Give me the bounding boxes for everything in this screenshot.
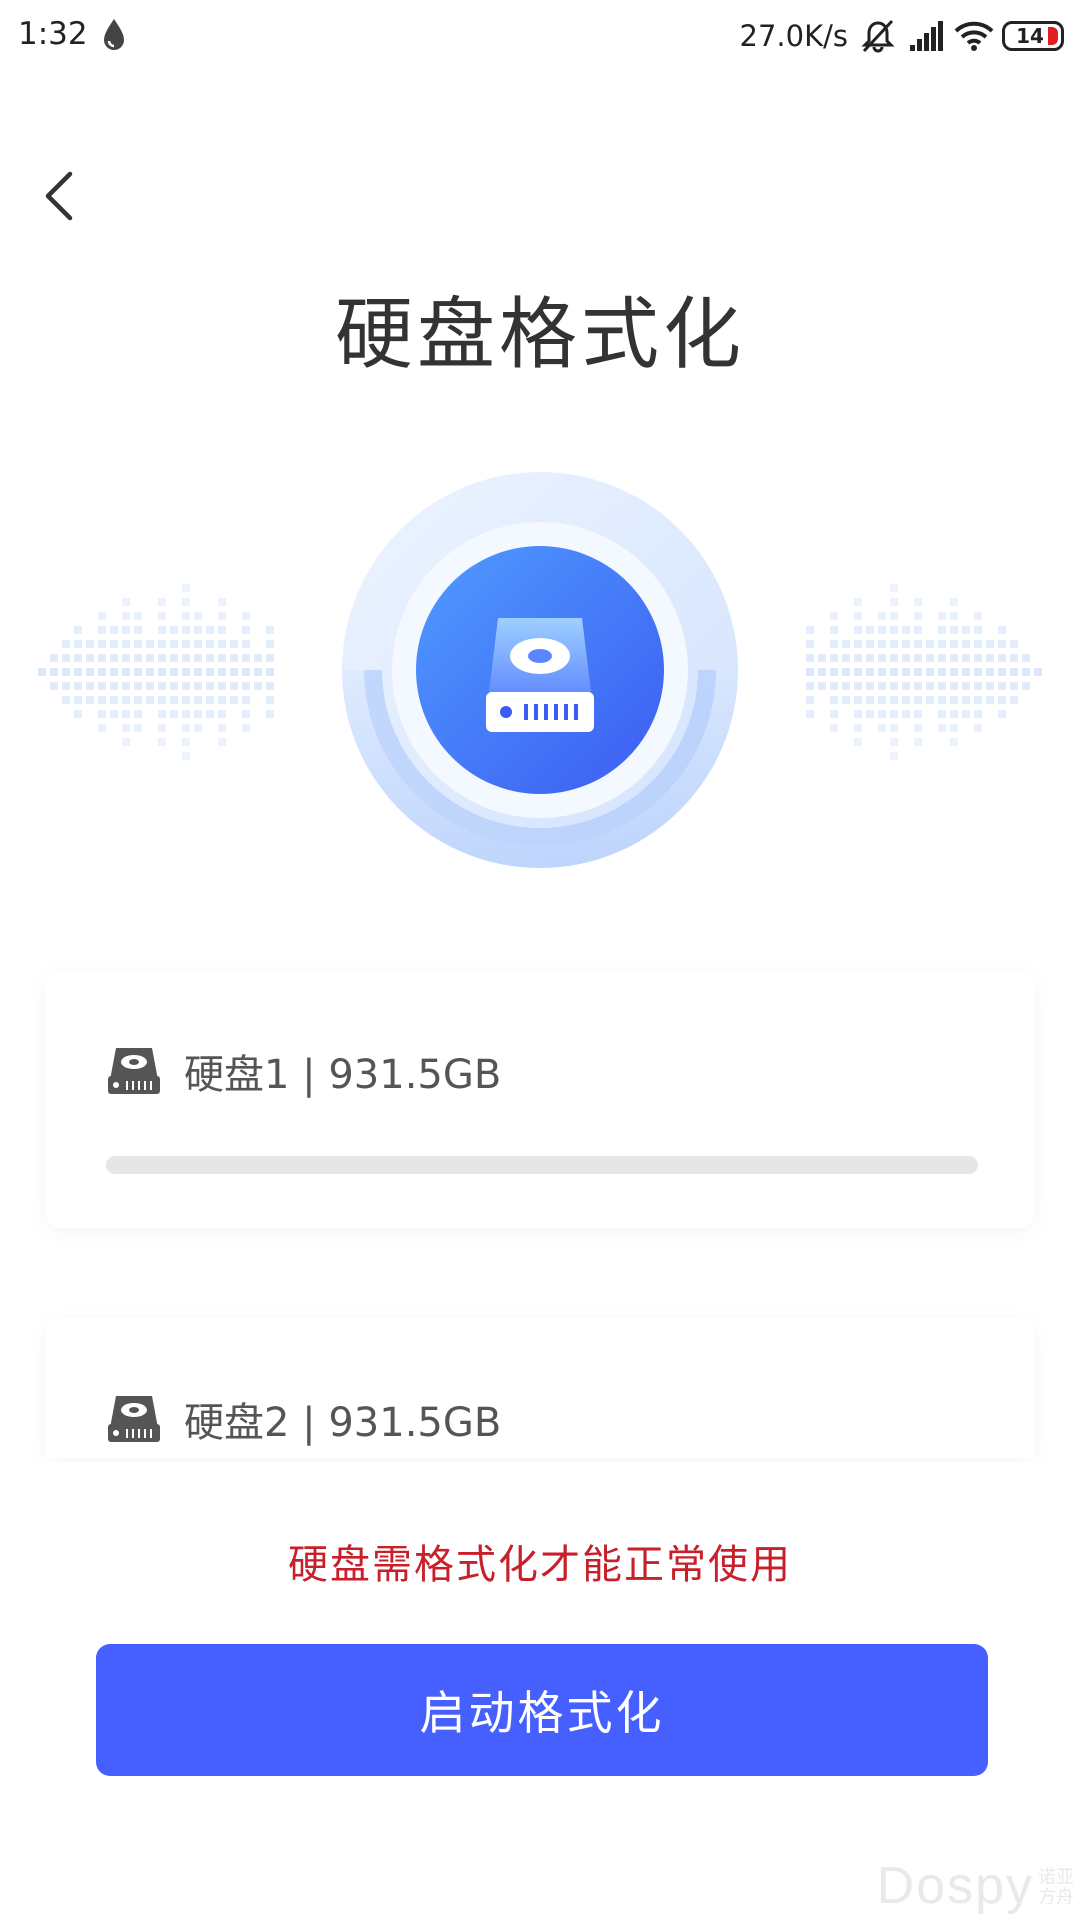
disk-card[interactable]: 硬盘1 | 931.5GB bbox=[46, 970, 1034, 1228]
disk-label: 硬盘1 | 931.5GB bbox=[184, 1052, 502, 1098]
watermark-logo: Dospy 诺亚 方舟 bbox=[876, 1857, 1074, 1915]
hard-drive-icon bbox=[486, 618, 594, 732]
page-title: 硬盘格式化 bbox=[334, 290, 745, 380]
back-button[interactable] bbox=[36, 168, 84, 224]
sound-wave-left bbox=[38, 584, 274, 760]
status-right: 27.0K/s 14 bbox=[740, 14, 1064, 58]
wifi-icon bbox=[954, 21, 994, 51]
bell-muted-icon bbox=[861, 19, 895, 53]
list-clip bbox=[0, 1462, 1080, 1522]
status-bar: 1:32 27.0K/s 14 bbox=[0, 0, 1080, 72]
start-format-button[interactable]: 启动格式化 bbox=[96, 1644, 988, 1776]
disk-card[interactable]: 硬盘2 | 931.5GB bbox=[46, 1318, 1034, 1458]
signal-icon bbox=[910, 21, 943, 51]
status-time: 1:32 bbox=[18, 16, 88, 52]
warning-text: 硬盘需格式化才能正常使用 bbox=[288, 1542, 792, 1588]
battery-icon: 14 bbox=[1002, 21, 1064, 51]
battery-level: 14 bbox=[1016, 24, 1044, 48]
hero-illustration bbox=[38, 472, 1042, 868]
format-progress-bar bbox=[106, 1156, 978, 1174]
droplet-icon bbox=[104, 19, 124, 50]
disk-label: 硬盘2 | 931.5GB bbox=[184, 1400, 502, 1446]
chevron-left-icon bbox=[45, 171, 73, 221]
sound-wave-right bbox=[806, 584, 1042, 760]
hard-drive-icon bbox=[108, 1048, 160, 1094]
hard-drive-icon bbox=[108, 1396, 160, 1442]
net-speed: 27.0K/s bbox=[739, 19, 848, 53]
